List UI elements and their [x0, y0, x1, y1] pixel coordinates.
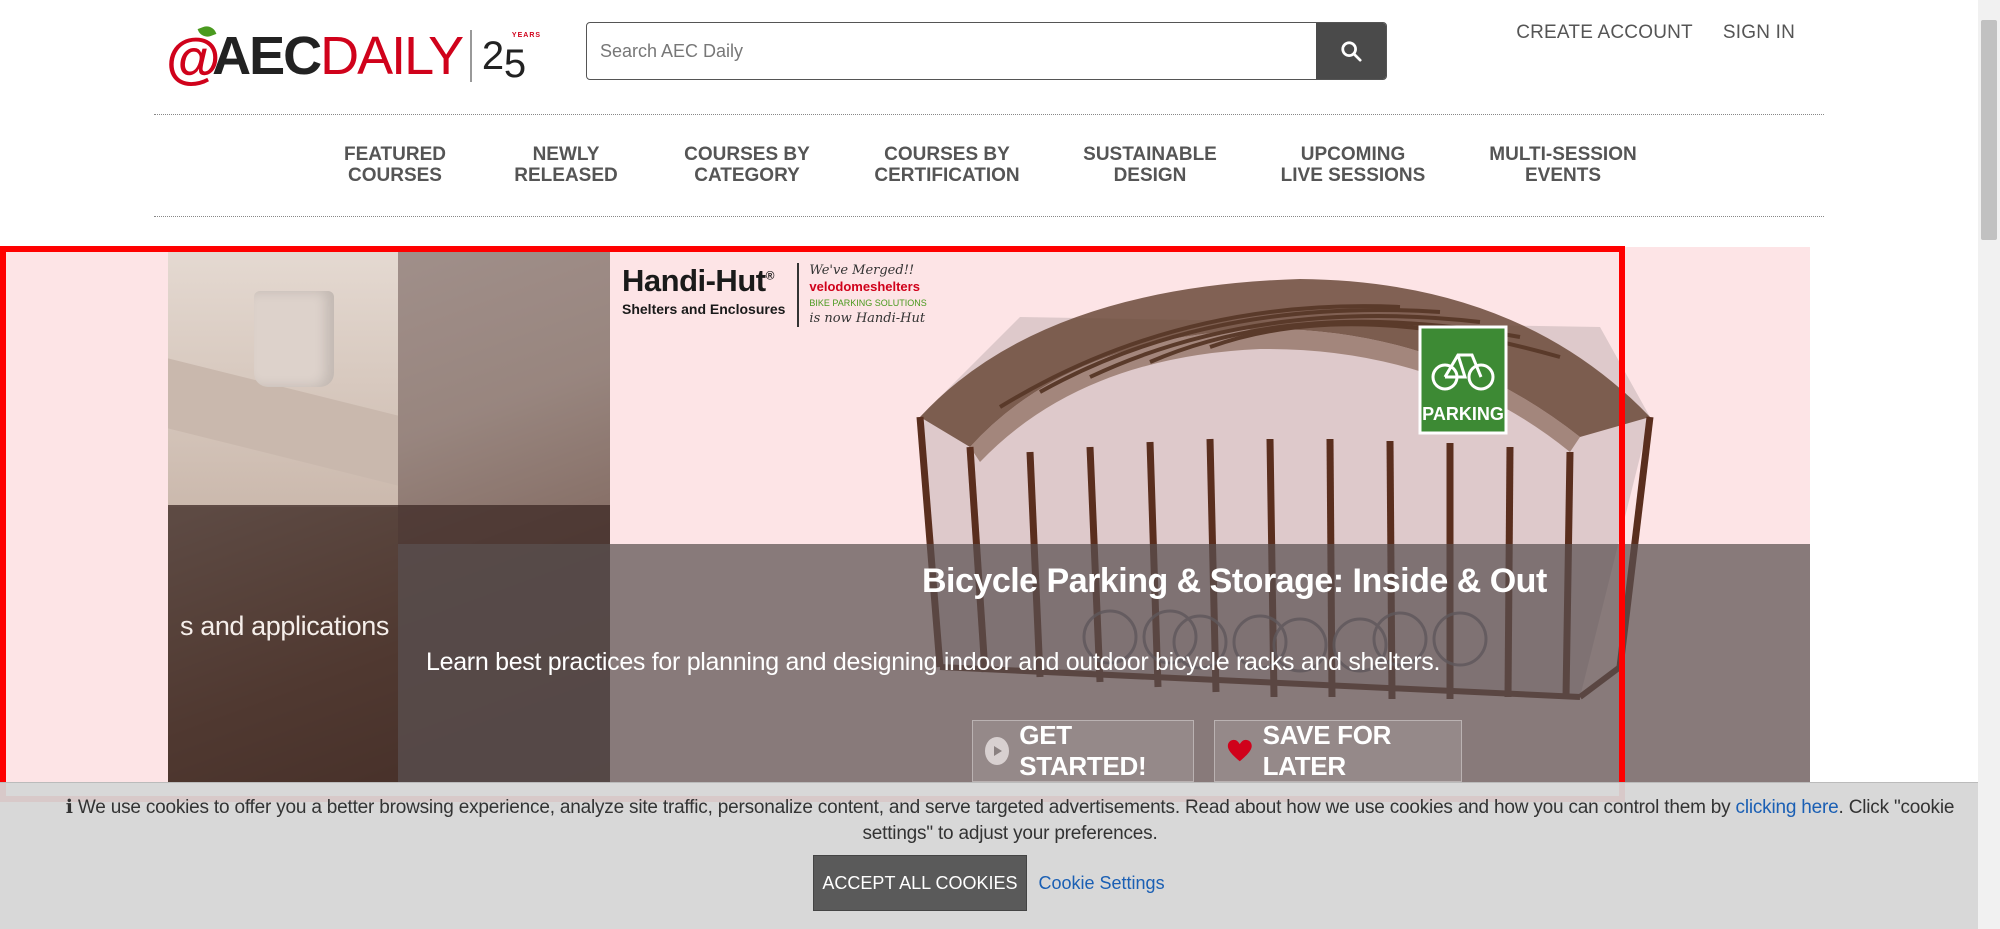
scrollbar-thumb[interactable]	[1981, 20, 1997, 240]
logo-text-daily: DAILY	[320, 26, 464, 86]
nav-multi-session-events[interactable]: MULTI-SESSION EVENTS	[1458, 140, 1668, 190]
apple-logo-mark: @	[166, 23, 221, 88]
logo-divider	[470, 30, 472, 82]
cookie-message: ℹ We use cookies to offer you a better b…	[65, 797, 1955, 844]
search-bar	[586, 22, 1387, 80]
slide-description: Learn best practices for planning and de…	[426, 648, 1441, 676]
cookie-consent-bar: ℹ We use cookies to offer you a better b…	[0, 782, 1978, 929]
logo-text-aec: AEC	[212, 26, 322, 86]
nav-upcoming-live-sessions[interactable]: UPCOMING LIVE SESSIONS	[1248, 140, 1458, 190]
header-divider-bottom	[154, 216, 1824, 217]
header-divider-top	[154, 114, 1824, 115]
brand-subtitle: Shelters and Enclosures	[622, 301, 786, 317]
brand-divider	[797, 263, 800, 327]
get-started-button[interactable]: GET STARTED!	[972, 720, 1194, 782]
featured-carousel: s and applications Handi-Hut® Shelters a…	[0, 247, 1810, 782]
aecdaily-logo[interactable]: @ AEC DAILY 2 5 YEARS	[166, 18, 542, 94]
previous-slide-snippet: s and applications	[180, 611, 389, 641]
25-years-badge: 2 5 YEARS	[481, 32, 542, 86]
cookie-settings-link[interactable]: Cookie Settings	[1039, 873, 1165, 894]
nav-featured-courses[interactable]: FEATURED COURSES	[310, 140, 480, 190]
save-for-later-button[interactable]: SAVE FOR LATER	[1214, 720, 1462, 782]
cup-image	[254, 291, 334, 387]
slide-title[interactable]: Bicycle Parking & Storage: Inside & Out	[922, 562, 1547, 601]
heart-icon	[1227, 739, 1252, 762]
nav-courses-by-certification[interactable]: COURSES BY CERTIFICATION	[842, 140, 1052, 190]
search-icon	[1341, 41, 1362, 62]
parking-sign-text: PARKING	[1422, 404, 1504, 424]
play-icon	[985, 737, 1010, 765]
slide-edge-left	[0, 247, 168, 782]
accept-all-cookies-button[interactable]: ACCEPT ALL COOKIES	[813, 855, 1027, 911]
brand-name: Handi-Hut	[622, 263, 766, 298]
sign-in-link[interactable]: SIGN IN	[1723, 22, 1795, 44]
nav-courses-by-category[interactable]: COURSES BY CATEGORY	[652, 140, 842, 190]
nav-sustainable-design[interactable]: SUSTAINABLE DESIGN	[1052, 140, 1248, 190]
nav-newly-released[interactable]: NEWLY RELEASED	[480, 140, 652, 190]
search-button[interactable]	[1316, 23, 1386, 79]
create-account-link[interactable]: CREATE ACCOUNT	[1516, 22, 1693, 44]
search-input[interactable]	[587, 23, 1316, 79]
page-scrollbar[interactable]	[1978, 0, 2000, 929]
main-navigation: FEATURED COURSES NEWLY RELEASED COURSES …	[154, 140, 1824, 190]
account-links: CREATE ACCOUNT SIGN IN	[1516, 22, 1795, 44]
cookie-policy-link[interactable]: clicking here	[1736, 797, 1839, 818]
